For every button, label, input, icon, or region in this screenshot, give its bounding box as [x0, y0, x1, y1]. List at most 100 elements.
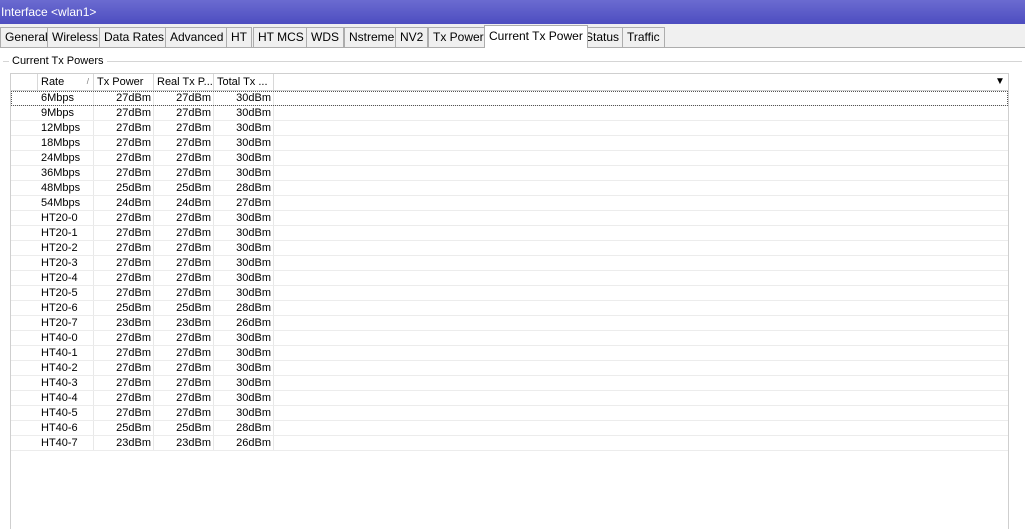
rate-cell: HT20-4 — [41, 272, 78, 284]
table-row[interactable]: HT40-7 23dBm 23dBm 26dBm — [11, 436, 1008, 451]
total-tx-power-cell: 30dBm — [236, 212, 271, 224]
rate-cell: HT40-1 — [41, 347, 78, 359]
table-row[interactable]: HT40-6 25dBm 25dBm 28dBm — [11, 421, 1008, 436]
table-row[interactable]: HT40-2 27dBm 27dBm 30dBm — [11, 361, 1008, 376]
total-tx-power-cell: 28dBm — [236, 302, 271, 314]
column-header-real-tx-power[interactable]: Real Tx P... — [154, 74, 214, 90]
tx-power-cell: 27dBm — [116, 272, 151, 284]
rate-cell: HT40-7 — [41, 437, 78, 449]
rate-cell: 48Mbps — [41, 182, 81, 194]
real-tx-power-cell: 27dBm — [176, 92, 211, 104]
tx-power-cell: 27dBm — [116, 347, 151, 359]
rate-cell: HT40-6 — [41, 422, 78, 434]
tab-wds[interactable]: WDS — [306, 27, 344, 47]
table-row[interactable]: HT20-1 27dBm 27dBm 30dBm — [11, 226, 1008, 241]
real-tx-power-cell: 27dBm — [176, 137, 211, 149]
tx-power-cell: 27dBm — [116, 212, 151, 224]
tx-power-cell: 27dBm — [116, 227, 151, 239]
total-tx-power-cell: 30dBm — [236, 107, 271, 119]
tab-advanced[interactable]: Advanced — [165, 27, 229, 47]
table-row[interactable]: 18Mbps 27dBm 27dBm 30dBm — [11, 136, 1008, 151]
tx-power-cell: 23dBm — [116, 437, 151, 449]
table-row[interactable]: HT20-6 25dBm 25dBm 28dBm — [11, 301, 1008, 316]
table-row[interactable]: HT40-4 27dBm 27dBm 30dBm — [11, 391, 1008, 406]
real-tx-power-cell: 27dBm — [176, 122, 211, 134]
window-title: Interface <wlan1> — [1, 5, 97, 19]
tab-bar: General Wireless Data Rates Advanced HT … — [0, 24, 1025, 48]
table-row[interactable]: 12Mbps 27dBm 27dBm 30dBm — [11, 121, 1008, 136]
column-header-rate[interactable]: Rate / — [38, 74, 94, 90]
table-row[interactable]: 9Mbps 27dBm 27dBm 30dBm — [11, 106, 1008, 121]
table-row[interactable]: 24Mbps 27dBm 27dBm 30dBm — [11, 151, 1008, 166]
real-tx-power-cell: 23dBm — [176, 317, 211, 329]
tx-power-cell: 27dBm — [116, 167, 151, 179]
real-tx-power-cell: 27dBm — [176, 107, 211, 119]
tab-ht[interactable]: HT — [226, 27, 252, 47]
tab-ht-mcs[interactable]: HT MCS — [253, 27, 309, 47]
table-row[interactable]: HT40-5 27dBm 27dBm 30dBm — [11, 406, 1008, 421]
rate-cell: HT40-0 — [41, 332, 78, 344]
column-chooser-dropdown-icon[interactable]: ▼ — [994, 76, 1006, 88]
tab-general[interactable]: General — [0, 27, 53, 47]
table-header: Rate / Tx Power Real Tx P... Total Tx ..… — [11, 74, 1008, 91]
rate-cell: HT40-3 — [41, 377, 78, 389]
column-header-tx-power[interactable]: Tx Power — [94, 74, 154, 90]
tab-current-tx-power[interactable]: Current Tx Power — [484, 25, 588, 48]
total-tx-power-cell: 30dBm — [236, 377, 271, 389]
table-row[interactable]: HT40-3 27dBm 27dBm 30dBm — [11, 376, 1008, 391]
rate-cell: HT40-5 — [41, 407, 78, 419]
real-tx-power-cell: 27dBm — [176, 257, 211, 269]
total-tx-power-cell: 30dBm — [236, 257, 271, 269]
real-tx-power-cell: 25dBm — [176, 182, 211, 194]
real-tx-power-cell: 27dBm — [176, 407, 211, 419]
tab-wireless[interactable]: Wireless — [47, 27, 104, 47]
real-tx-power-cell: 27dBm — [176, 287, 211, 299]
real-tx-power-cell: 27dBm — [176, 212, 211, 224]
table-row[interactable]: HT40-1 27dBm 27dBm 30dBm — [11, 346, 1008, 361]
tab-traffic[interactable]: Traffic — [622, 27, 665, 47]
table-row[interactable]: 54Mbps 24dBm 24dBm 27dBm — [11, 196, 1008, 211]
total-tx-power-cell: 28dBm — [236, 422, 271, 434]
real-tx-power-cell: 27dBm — [176, 272, 211, 284]
tab-tx-power[interactable]: Tx Power — [428, 27, 489, 47]
tx-power-cell: 24dBm — [116, 197, 151, 209]
total-tx-power-cell: 30dBm — [236, 92, 271, 104]
total-tx-power-cell: 26dBm — [236, 437, 271, 449]
rate-cell: 18Mbps — [41, 137, 81, 149]
rate-cell: HT20-0 — [41, 212, 78, 224]
tx-power-table[interactable]: Rate / Tx Power Real Tx P... Total Tx ..… — [10, 73, 1009, 529]
rate-cell: 24Mbps — [41, 152, 81, 164]
table-row[interactable]: HT20-4 27dBm 27dBm 30dBm — [11, 271, 1008, 286]
tab-nstreme[interactable]: Nstreme — [344, 27, 400, 47]
table-row[interactable]: HT20-3 27dBm 27dBm 30dBm — [11, 256, 1008, 271]
rate-cell: 12Mbps — [41, 122, 81, 134]
real-tx-power-cell: 27dBm — [176, 332, 211, 344]
tx-power-cell: 27dBm — [116, 107, 151, 119]
tx-power-cell: 27dBm — [116, 122, 151, 134]
rate-cell: HT20-1 — [41, 227, 78, 239]
tx-power-cell: 27dBm — [116, 362, 151, 374]
tx-power-cell: 27dBm — [116, 242, 151, 254]
group-label: Current Tx Powers — [9, 55, 107, 68]
tab-nv2[interactable]: NV2 — [395, 27, 429, 47]
total-tx-power-cell: 30dBm — [236, 407, 271, 419]
table-row[interactable]: HT40-0 27dBm 27dBm 30dBm — [11, 331, 1008, 346]
table-row[interactable]: 6Mbps 27dBm 27dBm 30dBm — [11, 91, 1008, 106]
table-row[interactable]: HT20-5 27dBm 27dBm 30dBm — [11, 286, 1008, 301]
table-row[interactable]: HT20-0 27dBm 27dBm 30dBm — [11, 211, 1008, 226]
real-tx-power-cell: 27dBm — [176, 362, 211, 374]
rate-cell: 54Mbps — [41, 197, 81, 209]
table-row[interactable]: HT20-7 23dBm 23dBm 26dBm — [11, 316, 1008, 331]
tab-data-rates[interactable]: Data Rates — [99, 27, 170, 47]
real-tx-power-cell: 27dBm — [176, 242, 211, 254]
table-row[interactable]: 36Mbps 27dBm 27dBm 30dBm — [11, 166, 1008, 181]
tx-power-cell: 25dBm — [116, 182, 151, 194]
total-tx-power-cell: 28dBm — [236, 182, 271, 194]
table-row[interactable]: HT20-2 27dBm 27dBm 30dBm — [11, 241, 1008, 256]
rate-cell: HT20-2 — [41, 242, 78, 254]
column-header-total-tx-power[interactable]: Total Tx ... — [214, 74, 274, 90]
total-tx-power-cell: 30dBm — [236, 242, 271, 254]
table-row[interactable]: 48Mbps 25dBm 25dBm 28dBm — [11, 181, 1008, 196]
real-tx-power-cell: 27dBm — [176, 347, 211, 359]
tx-power-cell: 27dBm — [116, 392, 151, 404]
